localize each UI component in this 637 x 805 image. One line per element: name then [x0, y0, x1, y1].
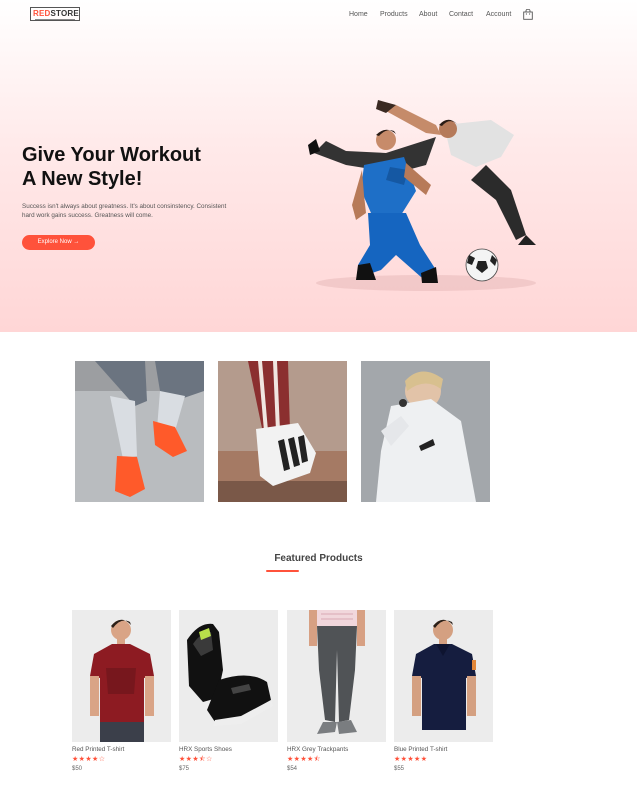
- explore-now-button[interactable]: Explore Now →: [22, 235, 95, 250]
- cart-icon[interactable]: [523, 9, 533, 20]
- product-name[interactable]: HRX Grey Trackpants: [287, 746, 386, 754]
- nav-home[interactable]: Home: [349, 11, 368, 18]
- navbar: REDSTORE Home Products About Contact Acc…: [0, 0, 637, 30]
- nav-products[interactable]: Products: [380, 11, 408, 18]
- hero-title: Give Your Workout A New Style!: [22, 144, 201, 190]
- product-name[interactable]: Red Printed T-shirt: [72, 746, 171, 754]
- category-image-sneakers[interactable]: [75, 361, 204, 502]
- hero-section: REDSTORE Home Products About Contact Acc…: [0, 0, 637, 332]
- hero-image-players: [308, 100, 536, 291]
- logo-red-text: RED: [33, 9, 51, 18]
- product-image-red-tshirt[interactable]: [72, 610, 171, 742]
- star-rating-icon: ★★★★⯪: [287, 756, 321, 763]
- star-rating-icon: ★★★⯪☆: [179, 756, 213, 763]
- product-image-trackpants[interactable]: [287, 610, 386, 742]
- nav-account[interactable]: Account: [486, 11, 511, 18]
- star-rating-icon: ★★★★★: [394, 756, 428, 763]
- product-price: $54: [287, 766, 298, 772]
- product-card[interactable]: HRX Grey Trackpants ★★★★⯪ $54: [287, 610, 386, 773]
- nav-contact[interactable]: Contact: [449, 11, 473, 18]
- category-image-jacket[interactable]: [361, 361, 490, 502]
- featured-products-title: Featured Products: [274, 553, 363, 564]
- product-card[interactable]: Blue Printed T-shirt ★★★★★ $55: [394, 610, 493, 773]
- logo-tagline: [35, 19, 75, 20]
- product-image-blue-tshirt[interactable]: [394, 610, 493, 742]
- logo[interactable]: REDSTORE: [30, 7, 80, 21]
- product-card[interactable]: Red Printed T-shirt ★★★★☆ $50: [72, 610, 171, 773]
- product-price: $50: [72, 766, 83, 772]
- title-underline: [266, 570, 299, 572]
- nav-about[interactable]: About: [419, 11, 437, 18]
- logo-dark-text: STORE: [50, 9, 79, 18]
- product-image-sports-shoes[interactable]: [179, 610, 278, 742]
- product-name[interactable]: Blue Printed T-shirt: [394, 746, 493, 754]
- hero-subtitle: Success isn't always about greatness. It…: [22, 203, 227, 219]
- product-card[interactable]: HRX Sports Shoes ★★★⯪☆ $75: [179, 610, 278, 773]
- product-name[interactable]: HRX Sports Shoes: [179, 746, 278, 754]
- product-price: $75: [179, 766, 190, 772]
- star-rating-icon: ★★★★☆: [72, 756, 106, 763]
- category-image-shoes[interactable]: [218, 361, 347, 502]
- product-price: $55: [394, 766, 405, 772]
